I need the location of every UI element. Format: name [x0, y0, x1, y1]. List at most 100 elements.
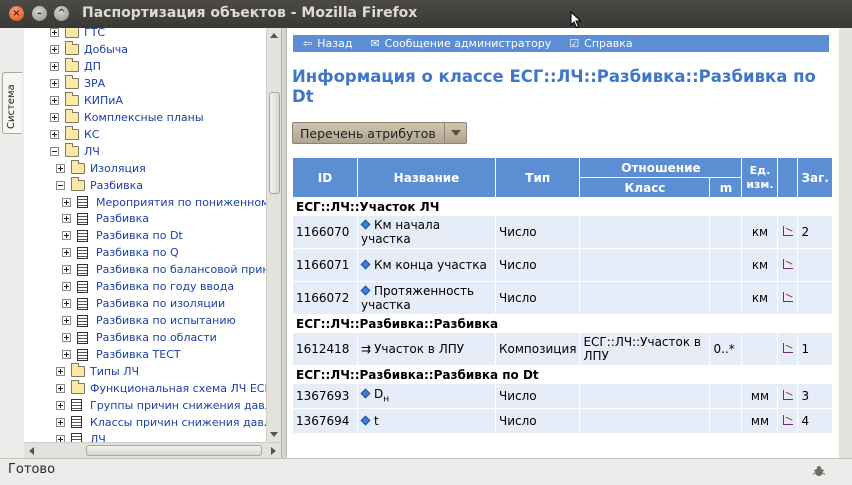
tree-item[interactable]: Разбивка по Dt — [62, 227, 183, 244]
cell-unit: мм — [741, 383, 779, 409]
expand-plus-icon[interactable] — [50, 44, 59, 54]
tree-item[interactable]: Классы причин снижения давле — [56, 414, 266, 431]
tree-item[interactable]: Типы ЛЧ — [56, 363, 139, 380]
tree-item[interactable]: КС — [50, 125, 100, 143]
message-admin-button[interactable]: ✉ Сообщение администратору — [370, 37, 551, 50]
tree-item[interactable]: ЛЧ — [56, 431, 106, 442]
expand-plus-icon[interactable] — [56, 367, 65, 376]
tree-item[interactable]: Разбивка ТЕСТ — [62, 346, 181, 363]
cell-class — [579, 215, 711, 249]
expand-plus-icon[interactable] — [50, 129, 59, 139]
expand-plus-icon[interactable] — [62, 197, 71, 207]
tree-item[interactable]: Разбивка по испытанию — [62, 312, 236, 329]
tree-item[interactable]: ЗРА — [50, 74, 105, 92]
tree-item[interactable]: Мероприятия по пониженному — [62, 194, 266, 211]
table-group-row: ЕСГ::ЛЧ::Участок ЛЧ — [292, 197, 833, 216]
tree-item[interactable]: Разбивка — [56, 176, 143, 194]
window-close-button[interactable]: × — [9, 6, 24, 21]
folder-icon — [65, 40, 79, 55]
expand-plus-icon[interactable] — [62, 282, 71, 292]
table-row[interactable]: 1166072 Протяженность участка Число км — [292, 281, 833, 315]
attribute-name: t — [374, 414, 379, 428]
expand-plus-icon[interactable] — [56, 400, 65, 410]
expand-plus-icon[interactable] — [62, 231, 71, 241]
table-row[interactable]: 1166070 Км начала участка Число км 2 — [292, 215, 833, 249]
attribute-name-subscript: н — [383, 394, 390, 405]
chart-icon[interactable] — [782, 292, 793, 302]
help-button[interactable]: ☑ Справка — [569, 37, 632, 50]
table-row[interactable]: 1612418 ⇉ Участок в ЛПУ Композиция ЕСГ::ЛЧ::… — [292, 332, 833, 366]
col-header-relation: Отношение — [579, 157, 743, 178]
expand-plus-icon[interactable] — [62, 333, 71, 343]
tree-item[interactable]: ДП — [50, 57, 101, 75]
expand-plus-icon[interactable] — [62, 265, 71, 275]
expand-plus-icon[interactable] — [50, 28, 59, 37]
tree-item[interactable]: Комплексные планы — [50, 108, 204, 126]
col-header-m: m — [709, 177, 743, 198]
folder-icon — [65, 57, 79, 72]
doc-icon — [71, 399, 82, 412]
expand-plus-icon[interactable] — [50, 95, 59, 105]
chart-icon[interactable] — [782, 259, 793, 269]
tree-item[interactable]: Изоляция — [56, 159, 146, 177]
scroll-right-icon[interactable] — [271, 447, 276, 455]
dropdown-arrow-icon[interactable] — [444, 123, 466, 143]
tree-item-label: Разбивка по году ввода — [96, 280, 235, 294]
expand-plus-icon[interactable] — [62, 350, 71, 360]
collapse-minus-icon[interactable] — [50, 146, 59, 156]
doc-icon — [77, 246, 88, 259]
cell-id: 1612418 — [292, 332, 358, 366]
window-minimize-button[interactable]: – — [32, 6, 47, 21]
tree-item[interactable]: ЛЧ — [50, 142, 100, 160]
tree-item-label: КИПиА — [84, 93, 123, 107]
content-vertical-scrollbar[interactable] — [839, 28, 852, 458]
chart-icon[interactable] — [782, 390, 793, 400]
expand-plus-icon[interactable] — [50, 78, 59, 88]
back-button[interactable]: ⇦ Назад — [303, 37, 352, 50]
tree-horizontal-scrollbar[interactable] — [24, 442, 281, 458]
attribute-list-dropdown[interactable]: Перечень атрибутов — [292, 122, 467, 144]
tree-vertical-scrollbar[interactable] — [266, 28, 281, 442]
tree-item[interactable]: Разбивка по балансовой прина — [62, 261, 266, 278]
expand-plus-icon[interactable] — [62, 299, 71, 309]
expand-plus-icon[interactable] — [56, 434, 65, 442]
tree-item[interactable]: Группы причин снижения давл — [56, 397, 266, 414]
tree-scroll-thumb[interactable] — [269, 92, 280, 194]
tree-item[interactable]: Разбивка по году ввода — [62, 278, 234, 295]
tree-item[interactable]: Добыча — [50, 40, 128, 58]
side-tab-system[interactable]: Система — [2, 72, 22, 134]
tree-item[interactable]: Разбивка — [62, 210, 149, 227]
cell-load — [797, 248, 833, 282]
chart-icon[interactable] — [782, 343, 793, 353]
attribute-name: Км конца участка — [374, 258, 487, 272]
chart-icon[interactable] — [782, 226, 793, 236]
scroll-up-icon[interactable] — [270, 33, 278, 38]
cell-multiplicity: 0..* — [709, 332, 743, 366]
expand-plus-icon[interactable] — [50, 61, 59, 71]
tree-item[interactable]: КИПиА — [50, 91, 123, 109]
window-maximize-button[interactable]: ^ — [54, 6, 69, 21]
scroll-down-icon[interactable] — [270, 432, 278, 437]
table-row[interactable]: 1166071 Км конца участка Число км — [292, 248, 833, 282]
expand-plus-icon[interactable] — [62, 316, 71, 326]
cell-multiplicity — [709, 281, 743, 315]
collapse-minus-icon[interactable] — [56, 180, 65, 190]
doc-icon — [77, 280, 88, 293]
scroll-left-icon[interactable] — [29, 447, 34, 455]
expand-plus-icon[interactable] — [56, 163, 65, 173]
expand-plus-icon[interactable] — [50, 112, 59, 122]
tree-item[interactable]: Разбивка по Q — [62, 244, 179, 261]
tree-hscroll-thumb[interactable] — [86, 445, 262, 456]
expand-plus-icon[interactable] — [62, 248, 71, 258]
expand-plus-icon[interactable] — [56, 383, 65, 393]
tree-item[interactable]: ГТС — [50, 28, 105, 41]
table-row[interactable]: 1367694 t Число мм 4 — [292, 408, 833, 434]
side-tab-label: Система — [6, 84, 17, 129]
expand-plus-icon[interactable] — [56, 417, 65, 427]
chart-icon[interactable] — [782, 415, 793, 425]
tree-item[interactable]: Функциональная схема ЛЧ ЕСГ — [56, 379, 266, 397]
tree-item[interactable]: Разбивка по изоляции — [62, 295, 225, 312]
expand-plus-icon[interactable] — [62, 214, 71, 224]
table-row[interactable]: 1367693 Dн Число мм 3 — [292, 383, 833, 409]
tree-item[interactable]: Разбивка по области — [62, 329, 217, 346]
